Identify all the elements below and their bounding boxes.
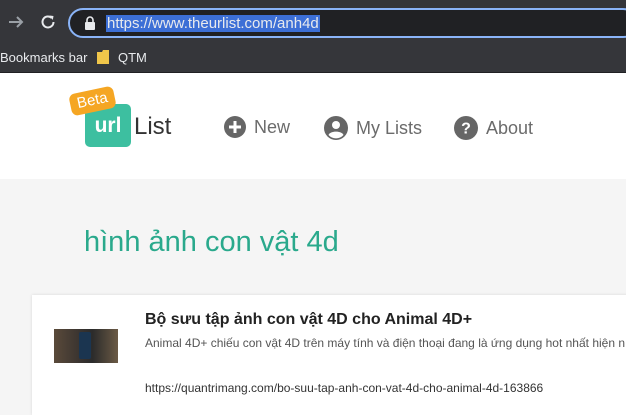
arrow-right-icon (9, 16, 24, 28)
nav-new[interactable]: New (224, 116, 290, 138)
nav-new-label: New (254, 116, 291, 137)
bookmarks-bar: Bookmarks bar QTM (0, 44, 626, 73)
svg-text:?: ? (461, 121, 471, 138)
folder-icon (96, 49, 110, 68)
reload-button[interactable] (36, 10, 60, 34)
list-title: hình ảnh con vật 4d (84, 226, 339, 258)
logo-text[interactable]: List (134, 113, 171, 141)
url-text[interactable]: https://www.theurlist.com/anh4d (106, 15, 320, 32)
nav-my-lists-label: My Lists (356, 117, 423, 138)
phone-image (79, 332, 91, 359)
bookmark-folder-qtm[interactable]: QTM (118, 50, 147, 65)
nav-my-lists[interactable]: My Lists (324, 116, 422, 140)
user-circle-icon (324, 116, 348, 140)
reload-icon (41, 15, 55, 29)
back-button[interactable] (4, 10, 28, 34)
plus-circle-icon (224, 116, 246, 138)
link-thumbnail[interactable] (54, 329, 118, 363)
link-card[interactable]: Bộ sưu tập ảnh con vật 4D cho Animal 4D+… (32, 295, 626, 415)
link-url[interactable]: https://quantrimang.com/bo-suu-tap-anh-c… (145, 381, 543, 395)
nav-about[interactable]: ? About (454, 116, 533, 140)
browser-toolbar: https://www.theurlist.com/anh4d (0, 0, 626, 44)
address-bar[interactable]: https://www.theurlist.com/anh4d (68, 8, 626, 38)
lock-icon (84, 16, 96, 35)
link-title[interactable]: Bộ sưu tập ảnh con vật 4D cho Animal 4D+ (145, 311, 472, 329)
site-header: url Beta List New My Lists ? About (0, 73, 626, 179)
nav-about-label: About (486, 117, 534, 138)
bookmarks-bar-label[interactable]: Bookmarks bar (0, 50, 87, 65)
question-circle-icon: ? (454, 116, 478, 140)
link-description: Animal 4D+ chiếu con vật 4D trên máy tín… (145, 336, 626, 350)
